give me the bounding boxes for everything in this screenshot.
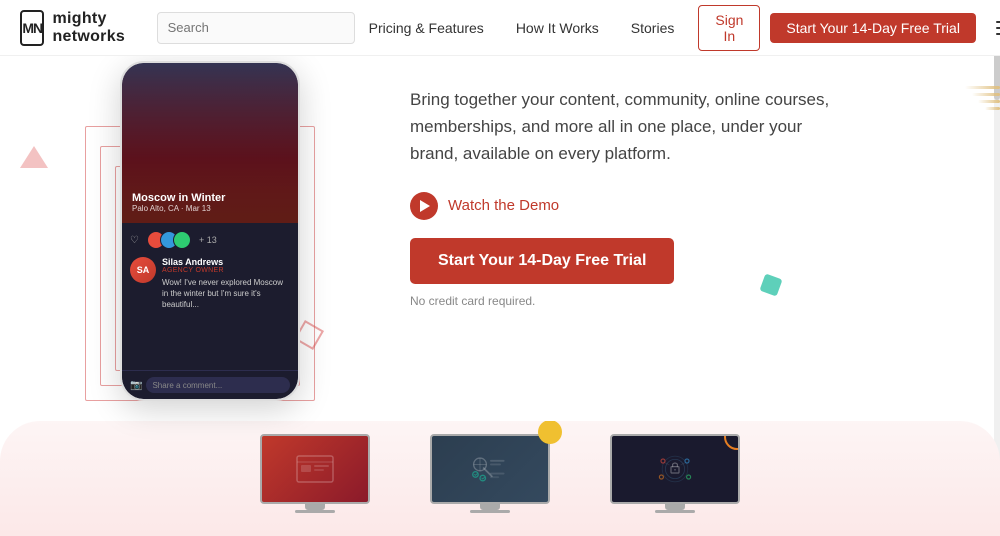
- deco-stripe-1: [965, 86, 1000, 89]
- device-base-2: [470, 510, 510, 513]
- device-stand-2: [480, 504, 500, 510]
- bottom-section: [0, 421, 1000, 536]
- comment-placeholder: Share a comment...: [152, 381, 222, 390]
- device-screen-inner-1: [262, 436, 368, 502]
- hamburger-line-3: [996, 33, 1000, 35]
- phone-location: Moscow in Winter Palo Alto, CA · Mar 13: [132, 192, 225, 213]
- bottom-device-3: [610, 434, 740, 524]
- phone-address: Palo Alto, CA · Mar 13: [132, 204, 225, 213]
- no-credit-card-label: No credit card required.: [410, 294, 940, 308]
- phone-city: Moscow in Winter: [132, 192, 225, 204]
- post-body: Silas Andrews AGENCY OWNER Wow! I've nev…: [162, 257, 290, 311]
- phone-image-area: Moscow in Winter Palo Alto, CA · Mar 13: [122, 63, 298, 223]
- phone-screen: Moscow in Winter Palo Alto, CA · Mar 13 …: [122, 63, 298, 399]
- camera-icon: 📷: [130, 380, 142, 391]
- phone-post: SA Silas Andrews AGENCY OWNER Wow! I've …: [130, 257, 290, 311]
- trial-nav-button[interactable]: Start Your 14-Day Free Trial: [770, 13, 976, 43]
- nav-link-how-it-works[interactable]: How It Works: [502, 12, 613, 44]
- screen-graphic-2: [470, 449, 510, 489]
- phone-comment-input[interactable]: Share a comment...: [146, 377, 290, 393]
- phone-content-area: ♡ + 13 SA Silas Andrews AGENCY OWNER: [122, 223, 298, 370]
- mini-avatar-3: [173, 231, 191, 249]
- screen-graphic-1: [295, 449, 335, 489]
- signin-button[interactable]: Sign In: [698, 5, 760, 51]
- play-triangle: [420, 200, 430, 212]
- device-screen-2: [430, 434, 550, 504]
- deco-top-right: [960, 86, 1000, 206]
- watch-demo-button[interactable]: Watch the Demo: [410, 192, 940, 220]
- deco-triangle-topleft: [20, 146, 48, 168]
- device-base-3: [655, 510, 695, 513]
- logo-icon: MN: [20, 10, 44, 46]
- device-base-1: [295, 510, 335, 513]
- deco-stripe-3: [978, 100, 1000, 103]
- avatar-plus-count: + 13: [199, 235, 217, 245]
- hamburger-menu[interactable]: [992, 17, 1000, 39]
- phone-reactions: ♡ + 13: [130, 231, 290, 249]
- bottom-device-2: [430, 434, 550, 524]
- post-avatar: SA: [130, 257, 156, 283]
- device-screen-1: [260, 434, 370, 504]
- yellow-blob: [538, 421, 562, 444]
- play-button-icon: [410, 192, 438, 220]
- hamburger-line-2: [996, 27, 1000, 29]
- phone-mockup: Moscow in Winter Palo Alto, CA · Mar 13 …: [120, 61, 300, 401]
- nav-links: Pricing & Features How It Works Stories …: [355, 5, 1000, 51]
- device-stand-1: [305, 504, 325, 510]
- deco-stripe-4: [985, 107, 1000, 110]
- logo-area: MN mighty networks: [20, 10, 137, 46]
- trial-main-button[interactable]: Start Your 14-Day Free Trial: [410, 238, 674, 284]
- phone-footer: 📷 Share a comment...: [122, 370, 298, 399]
- device-screen-inner-3: [612, 436, 738, 502]
- nav-link-pricing[interactable]: Pricing & Features: [355, 12, 498, 44]
- bottom-device-1: [260, 434, 370, 524]
- post-username: Silas Andrews: [162, 257, 290, 267]
- post-text: Wow! I've never explored Moscow in the w…: [162, 277, 290, 311]
- heart-icon: ♡: [130, 235, 139, 246]
- deco-stripe-2: [972, 93, 1000, 96]
- device-stand-3: [665, 504, 685, 510]
- search-input[interactable]: [157, 12, 355, 44]
- logo-text: mighty networks: [52, 10, 136, 46]
- device-screen-3: [610, 434, 740, 504]
- hamburger-line-1: [996, 21, 1000, 23]
- hero-subtitle: Bring together your content, community, …: [410, 86, 850, 168]
- avatar-group: [147, 231, 191, 249]
- post-user-role: AGENCY OWNER: [162, 267, 290, 274]
- nav-link-stories[interactable]: Stories: [617, 12, 689, 44]
- navbar: MN mighty networks Pricing & Features Ho…: [0, 0, 1000, 56]
- screen-graphic-3: [655, 449, 695, 489]
- watch-demo-label: Watch the Demo: [448, 197, 559, 214]
- device-screen-inner-2: [432, 436, 548, 502]
